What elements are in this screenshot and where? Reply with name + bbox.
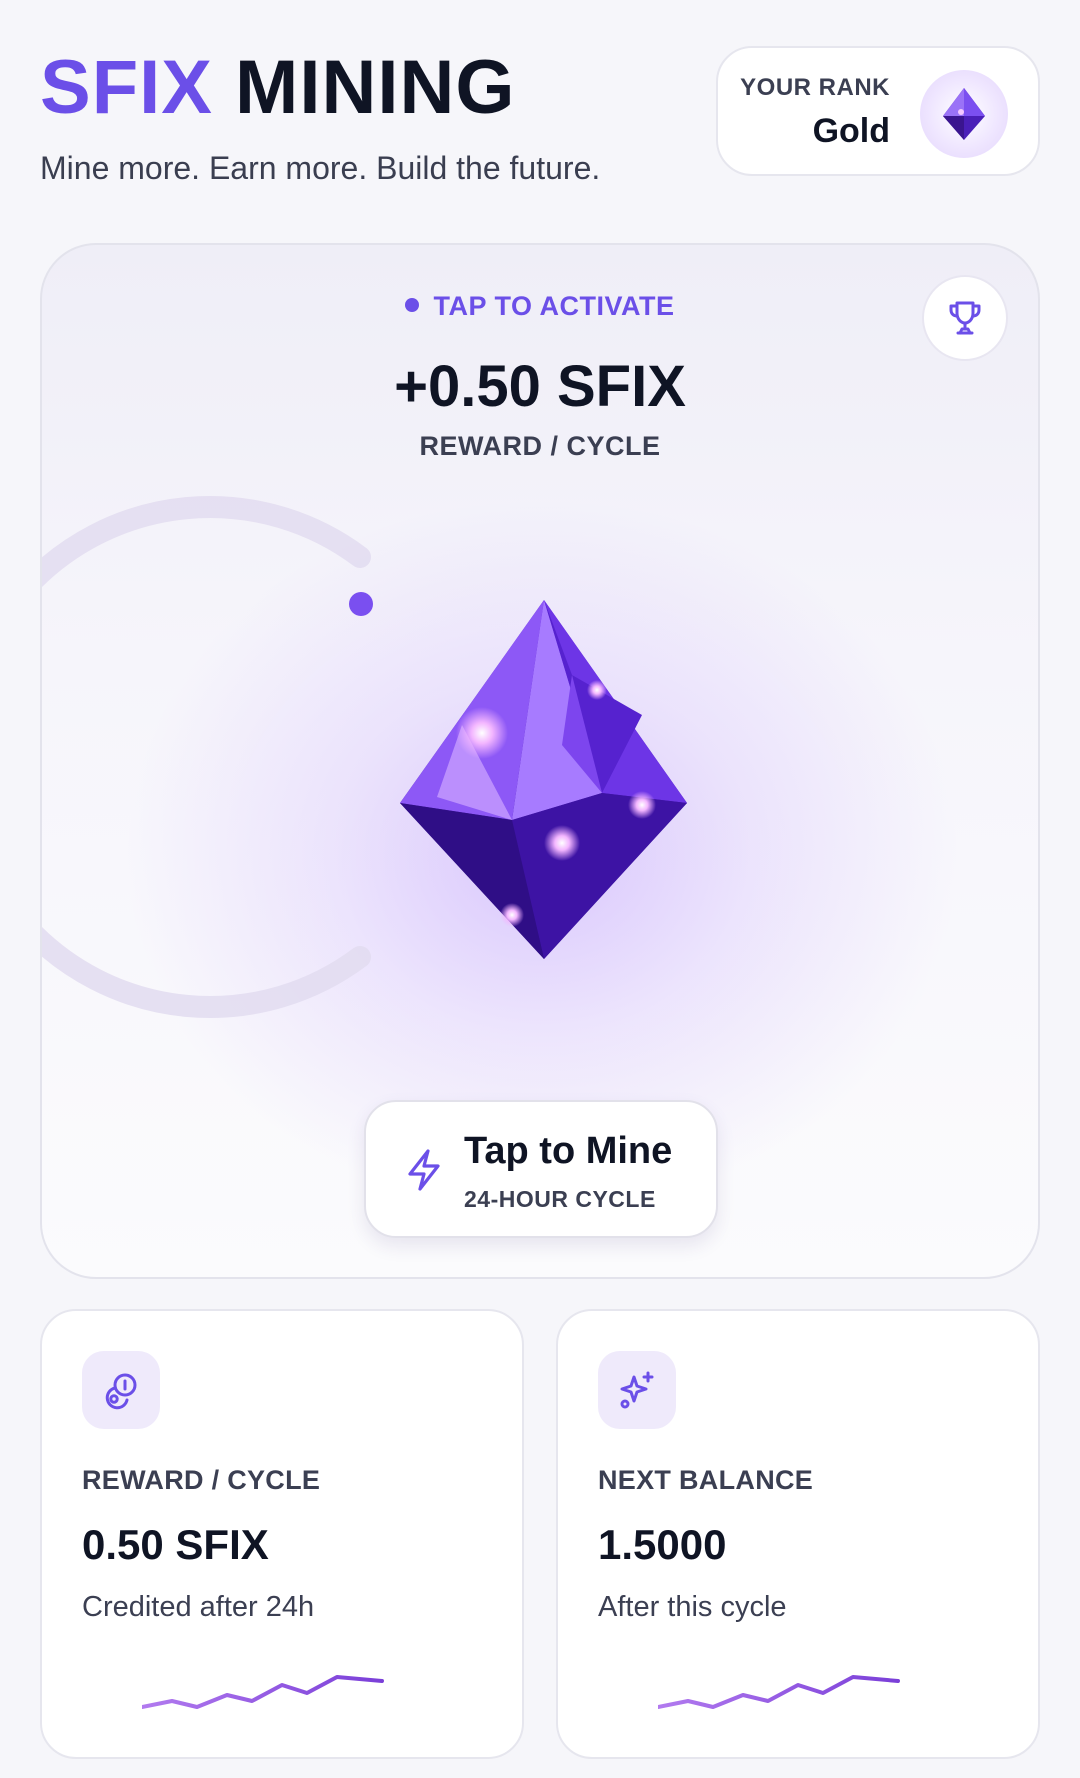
brand-title: SFIX MINING [40,50,515,126]
mining-card: TAP TO ACTIVATE +0.50 SFIX REWARD / CYCL… [40,243,1040,1279]
balance-sparkline [658,1675,900,1709]
stat-value: 1.5000 [598,1521,727,1568]
stat-label: NEXT BALANCE [598,1465,814,1495]
stat-value: 0.50 SFIX [82,1521,269,1568]
rank-card[interactable]: YOUR RANK Gold [716,46,1040,176]
app-screen: SFIX MINING Mine more. Earn more. Build … [0,0,1080,1778]
rank-avatar [920,70,1008,158]
sparkles-icon [620,1371,654,1409]
lightning-icon [408,1149,440,1191]
rank-value: Gold [812,112,890,150]
ring-progress-dot [349,592,373,616]
tap-subtitle: 24-HOUR CYCLE [464,1186,656,1212]
stat-label: REWARD / CYCLE [82,1465,321,1495]
tap-to-mine-button[interactable]: Tap to Mine 24-HOUR CYCLE [364,1100,718,1238]
tagline: Mine more. Earn more. Build the future. [40,150,601,186]
coins-icon [105,1373,137,1410]
stat-icon-badge [82,1351,160,1429]
reward-sparkline [142,1675,384,1709]
tap-title: Tap to Mine [464,1130,673,1172]
rank-label: YOUR RANK [740,74,890,101]
stat-note: Credited after 24h [82,1591,315,1623]
diamond-gem-icon [943,88,985,140]
reward-stat-card: REWARD / CYCLE 0.50 SFIX Credited after … [40,1309,524,1759]
stat-note: After this cycle [598,1591,787,1623]
brand-rest: MINING [235,45,516,130]
stat-icon-badge [598,1351,676,1429]
brand-accent: SFIX [40,45,213,130]
balance-stat-card: NEXT BALANCE 1.5000 After this cycle [556,1309,1040,1759]
crystal-gem [400,600,687,959]
ring-track [42,496,371,1018]
